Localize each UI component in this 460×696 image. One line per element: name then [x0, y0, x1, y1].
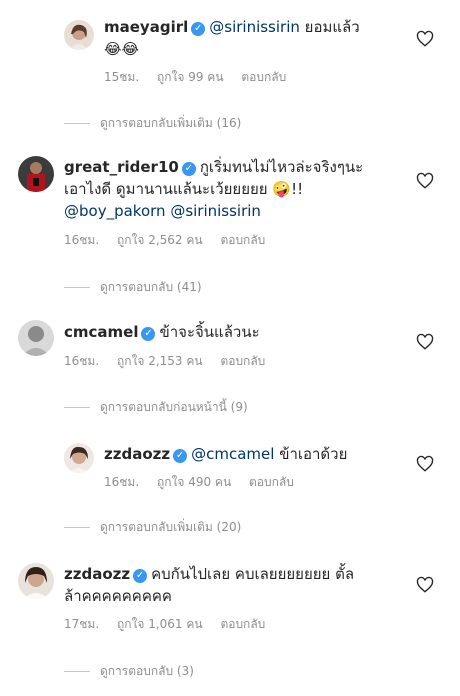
verified-badge-icon: ✓	[133, 569, 148, 583]
comment-text: maeyagirl ✓ @sirinissirin ยอมแล้ว 😂😂	[104, 16, 404, 60]
reply-button[interactable]: ตอบกลับ	[220, 233, 265, 247]
exclaim: !!	[291, 180, 304, 198]
view-more-replies[interactable]: ดูการตอบกลับเพิ่มเติม (20)	[64, 518, 241, 537]
reply-button[interactable]: ตอบกลับ	[249, 475, 294, 489]
username[interactable]: cmcamel	[64, 323, 138, 341]
divider-line	[64, 123, 90, 124]
avatar-photo-icon	[18, 156, 54, 192]
likes-count[interactable]: ถูกใจ 2,153 คน	[117, 354, 203, 368]
heart-icon[interactable]	[416, 30, 434, 48]
reply-button[interactable]: ตอบกลับ	[220, 617, 265, 631]
view-more-replies[interactable]: ดูการตอบกลับเพิ่มเติม (16)	[64, 114, 241, 133]
timestamp: 15ชม.	[104, 70, 140, 84]
divider-line	[64, 527, 90, 528]
verified-badge-icon: ✓	[141, 327, 156, 341]
username[interactable]: great_rider10	[64, 158, 179, 176]
divider-line	[64, 287, 90, 288]
mention[interactable]: @sirinissirin	[170, 202, 261, 220]
likes-count[interactable]: ถูกใจ 2,562 คน	[117, 233, 203, 247]
likes-count[interactable]: ถูกใจ 1,061 คน	[117, 617, 203, 631]
verified-badge-icon: ✓	[191, 22, 206, 36]
verified-badge-icon: ✓	[181, 162, 196, 176]
view-more-replies-label: ดูการตอบกลับ (41)	[100, 280, 202, 294]
avatar[interactable]	[18, 563, 54, 599]
heart-icon[interactable]	[416, 576, 434, 594]
emoji: 😂😂	[104, 40, 140, 58]
mention[interactable]: @cmcamel	[191, 445, 274, 463]
view-previous-replies[interactable]: ดูการตอบกลับก่อนหน้านี้ (9)	[64, 398, 248, 417]
view-more-replies-label: ดูการตอบกลับเพิ่มเติม (16)	[100, 116, 242, 130]
view-previous-replies-label: ดูการตอบกลับก่อนหน้านี้ (9)	[100, 400, 248, 414]
likes-count[interactable]: ถูกใจ 490 คน	[157, 475, 231, 489]
view-replies-label: ดูการตอบกลับ (3)	[100, 664, 194, 678]
divider-line	[64, 671, 90, 672]
comment-body-line2: เอาไงดี ดูมานานแล้นะเว้ยยยยย	[64, 180, 268, 198]
timestamp: 16ชม.	[64, 233, 100, 247]
view-more-replies-label: ดูการตอบกลับเพิ่มเติม (20)	[100, 520, 242, 534]
comment-meta: 16ชม. ถูกใจ 2,153 คน ตอบกลับ	[64, 352, 279, 371]
view-replies[interactable]: ดูการตอบกลับ (3)	[64, 662, 194, 681]
comment-meta: 17ชม. ถูกใจ 1,061 คน ตอบกลับ	[64, 615, 279, 634]
mention[interactable]: @sirinissirin	[209, 18, 300, 36]
comment-meta: 16ชม. ถูกใจ 2,562 คน ตอบกลับ	[64, 231, 279, 250]
timestamp: 17ชม.	[64, 617, 100, 631]
heart-icon[interactable]	[416, 333, 434, 351]
avatar[interactable]	[64, 20, 94, 50]
comment-body-line1: คบกันไปเลย คบเลยยยยยยย ตั้ล	[151, 565, 355, 583]
reply-button[interactable]: ตอบกลับ	[220, 354, 265, 368]
timestamp: 16ชม.	[64, 354, 100, 368]
avatar-photo-icon	[64, 443, 94, 473]
comment-text: great_rider10 ✓ กูเริ่มทนไม่ไหวล่ะจริงๆนะ …	[64, 156, 424, 222]
avatar-photo-icon	[18, 320, 54, 356]
divider-line	[64, 407, 90, 408]
heart-icon[interactable]	[416, 455, 434, 473]
username[interactable]: maeyagirl	[104, 18, 188, 36]
heart-icon[interactable]	[416, 172, 434, 190]
comment-body-line1: กูเริ่มทนไม่ไหวล่ะจริงๆนะ	[199, 158, 364, 176]
mention[interactable]: @boy_pakorn	[64, 202, 166, 220]
avatar[interactable]	[18, 320, 54, 356]
avatar-photo-icon	[64, 20, 94, 50]
username[interactable]: zzdaozz	[104, 445, 170, 463]
view-more-replies[interactable]: ดูการตอบกลับ (41)	[64, 278, 202, 297]
verified-badge-icon: ✓	[173, 449, 188, 463]
comment-body: ยอมแล้ว	[304, 18, 360, 36]
comment-body: ข้าเอาด้วย	[279, 445, 348, 463]
username[interactable]: zzdaozz	[64, 565, 130, 583]
comment-text: cmcamel ✓ ข้าจะจิ้นแล้วนะ	[64, 321, 404, 343]
avatar-photo-icon	[18, 563, 54, 599]
comment-meta: 16ชม. ถูกใจ 490 คน ตอบกลับ	[104, 473, 308, 492]
reply-button[interactable]: ตอบกลับ	[241, 70, 286, 84]
emoji: 🤪	[272, 180, 292, 198]
comment-body-line2: ล้าคคคคคคคคค	[64, 587, 172, 605]
comment-body: ข้าจะจิ้นแล้วนะ	[159, 323, 260, 341]
avatar[interactable]	[64, 443, 94, 473]
comment-meta: 15ชม. ถูกใจ 99 คน ตอบกลับ	[104, 68, 300, 87]
comment-text: zzdaozz ✓ @cmcamel ข้าเอาด้วย	[104, 443, 404, 465]
comment-text: zzdaozz ✓ คบกันไปเลย คบเลยยยยยยย ตั้ล ล้าค…	[64, 563, 414, 607]
timestamp: 16ชม.	[104, 475, 140, 489]
likes-count[interactable]: ถูกใจ 99 คน	[157, 70, 224, 84]
avatar[interactable]	[18, 156, 54, 192]
